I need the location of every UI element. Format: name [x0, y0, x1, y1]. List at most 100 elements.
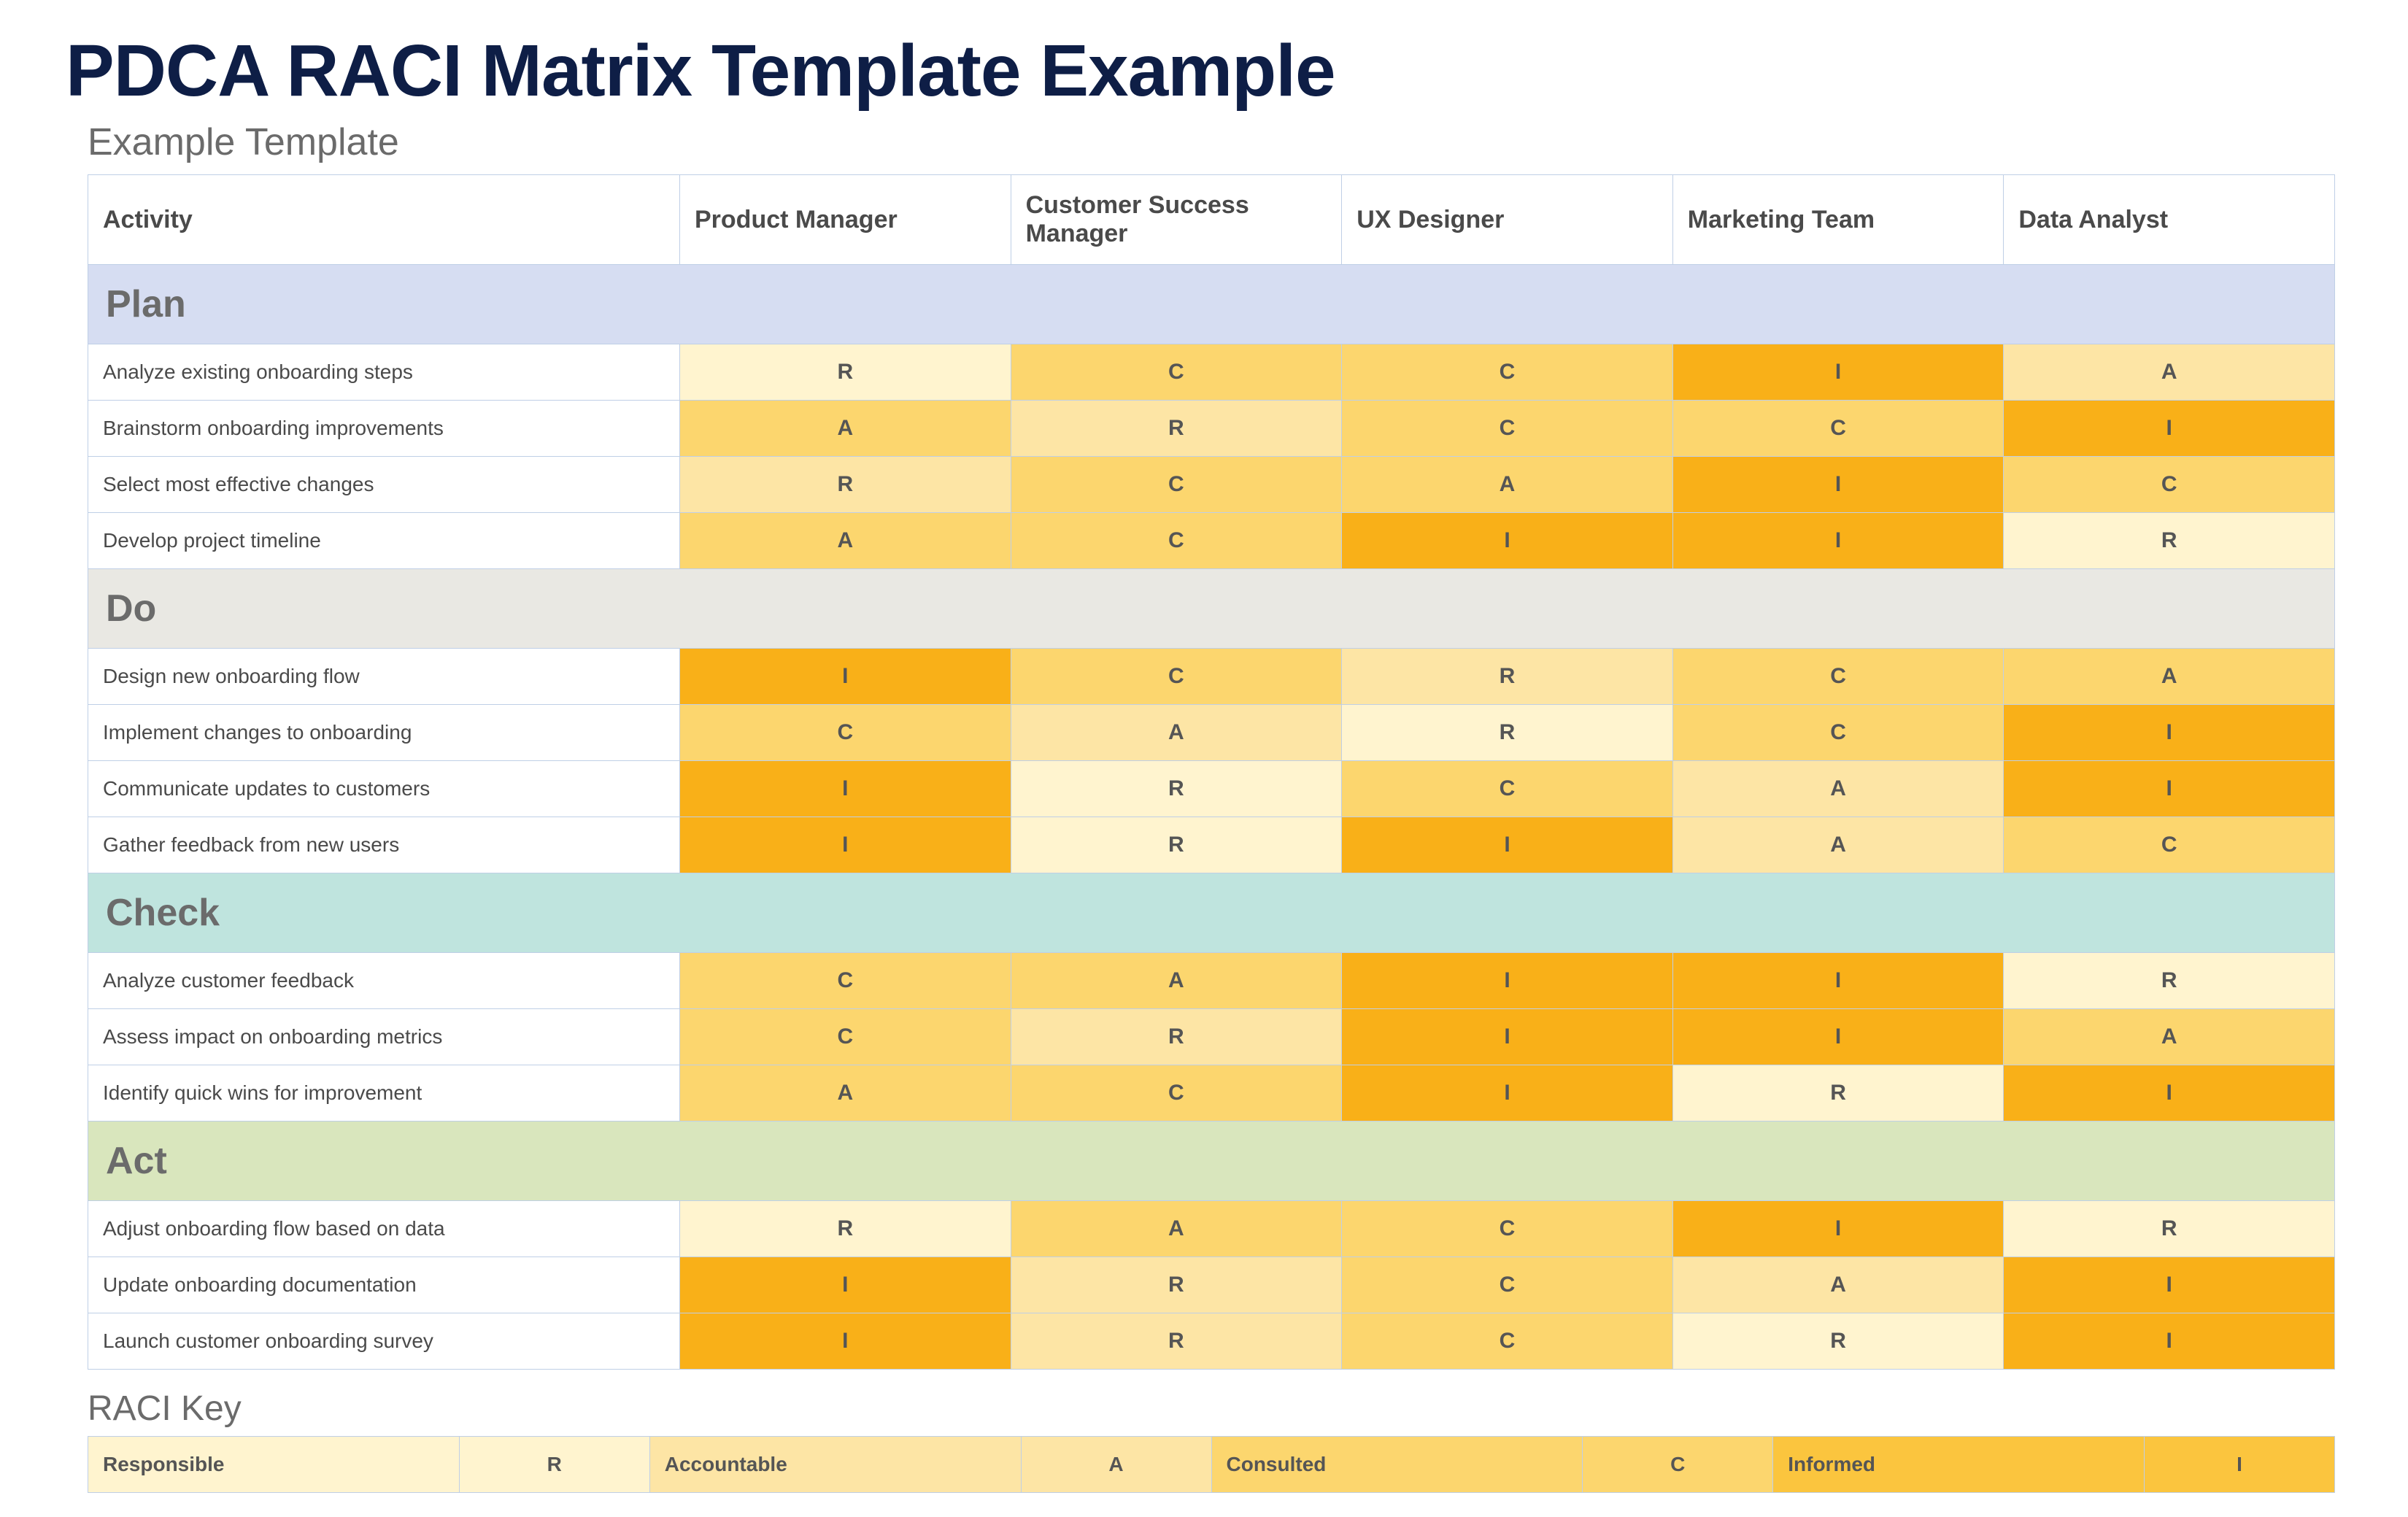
- col-header-mkt: Marketing Team: [1672, 175, 2004, 265]
- raci-cell: R: [1011, 401, 1342, 457]
- raci-cell: C: [1011, 513, 1342, 569]
- activity-cell: Adjust onboarding flow based on data: [88, 1201, 680, 1257]
- raci-cell: R: [680, 457, 1011, 513]
- raci-cell: R: [1011, 817, 1342, 873]
- raci-cell: I: [2004, 761, 2335, 817]
- raci-cell: I: [1342, 1065, 1673, 1122]
- table-row: Select most effective changesRCAIC: [88, 457, 2335, 513]
- raci-cell: R: [1011, 1009, 1342, 1065]
- raci-cell: A: [1342, 457, 1673, 513]
- raci-cell: C: [680, 1009, 1011, 1065]
- raci-cell: A: [1672, 817, 2004, 873]
- table-row: Communicate updates to customersIRCAI: [88, 761, 2335, 817]
- raci-cell: C: [1342, 344, 1673, 401]
- raci-cell: C: [1342, 1313, 1673, 1370]
- raci-cell: I: [680, 817, 1011, 873]
- table-row: Identify quick wins for improvementACIRI: [88, 1065, 2335, 1122]
- raci-cell: C: [1011, 344, 1342, 401]
- raci-cell: A: [1011, 1201, 1342, 1257]
- page-title: PDCA RACI Matrix Template Example: [66, 29, 2335, 113]
- raci-cell: I: [1342, 513, 1673, 569]
- raci-cell: C: [1342, 1201, 1673, 1257]
- raci-cell: A: [1672, 1257, 2004, 1313]
- raci-cell: C: [1672, 649, 2004, 705]
- table-row: Assess impact on onboarding metricsCRIIA: [88, 1009, 2335, 1065]
- header-row: Activity Product Manager Customer Succes…: [88, 175, 2335, 265]
- raci-cell: I: [1672, 1201, 2004, 1257]
- page: PDCA RACI Matrix Template Example Exampl…: [0, 0, 2408, 1517]
- raci-key-title: RACI Key: [88, 1389, 2335, 1429]
- raci-cell: A: [1672, 761, 2004, 817]
- raci-cell: R: [680, 1201, 1011, 1257]
- raci-cell: I: [680, 649, 1011, 705]
- raci-cell: I: [1672, 953, 2004, 1009]
- raci-cell: I: [2004, 1065, 2335, 1122]
- raci-cell: A: [680, 513, 1011, 569]
- col-header-da: Data Analyst: [2004, 175, 2335, 265]
- raci-cell: A: [2004, 649, 2335, 705]
- raci-matrix-table: Activity Product Manager Customer Succes…: [88, 174, 2335, 1370]
- activity-cell: Implement changes to onboarding: [88, 705, 680, 761]
- activity-cell: Analyze customer feedback: [88, 953, 680, 1009]
- key-letter: C: [1583, 1437, 1773, 1493]
- raci-cell: R: [1011, 1257, 1342, 1313]
- table-row: Update onboarding documentationIRCAI: [88, 1257, 2335, 1313]
- raci-cell: C: [1342, 1257, 1673, 1313]
- raci-cell: I: [2004, 1257, 2335, 1313]
- activity-cell: Launch customer onboarding survey: [88, 1313, 680, 1370]
- raci-cell: A: [1011, 953, 1342, 1009]
- raci-cell: C: [1011, 1065, 1342, 1122]
- activity-cell: Analyze existing onboarding steps: [88, 344, 680, 401]
- raci-cell: R: [1342, 649, 1673, 705]
- raci-cell: R: [1011, 761, 1342, 817]
- section-plan: Plan: [88, 265, 2335, 344]
- raci-cell: R: [2004, 953, 2335, 1009]
- activity-cell: Brainstorm onboarding improvements: [88, 401, 680, 457]
- activity-cell: Communicate updates to customers: [88, 761, 680, 817]
- activity-cell: Gather feedback from new users: [88, 817, 680, 873]
- raci-cell: I: [680, 761, 1011, 817]
- key-letter: A: [1021, 1437, 1211, 1493]
- raci-cell: I: [1672, 513, 2004, 569]
- raci-cell: C: [1672, 705, 2004, 761]
- key-label: Responsible: [88, 1437, 460, 1493]
- raci-cell: I: [1672, 344, 2004, 401]
- raci-cell: I: [1672, 1009, 2004, 1065]
- raci-cell: R: [2004, 513, 2335, 569]
- raci-cell: R: [1342, 705, 1673, 761]
- raci-cell: C: [680, 705, 1011, 761]
- raci-cell: I: [1342, 817, 1673, 873]
- table-row: Design new onboarding flowICRCA: [88, 649, 2335, 705]
- section-do: Do: [88, 569, 2335, 649]
- activity-cell: Assess impact on onboarding metrics: [88, 1009, 680, 1065]
- raci-cell: R: [680, 344, 1011, 401]
- activity-cell: Identify quick wins for improvement: [88, 1065, 680, 1122]
- raci-cell: C: [680, 953, 1011, 1009]
- raci-cell: I: [2004, 1313, 2335, 1370]
- table-row: Develop project timelineACIIR: [88, 513, 2335, 569]
- raci-cell: I: [680, 1257, 1011, 1313]
- raci-cell: I: [1672, 457, 2004, 513]
- raci-cell: I: [2004, 401, 2335, 457]
- raci-cell: A: [2004, 1009, 2335, 1065]
- raci-key-table: ResponsibleRAccountableAConsultedCInform…: [88, 1436, 2335, 1493]
- col-header-ux: UX Designer: [1342, 175, 1673, 265]
- raci-cell: C: [1342, 401, 1673, 457]
- raci-cell: I: [680, 1313, 1011, 1370]
- raci-cell: I: [1342, 1009, 1673, 1065]
- section-check: Check: [88, 873, 2335, 953]
- table-row: Launch customer onboarding surveyIRCRI: [88, 1313, 2335, 1370]
- raci-cell: C: [2004, 457, 2335, 513]
- key-label: Accountable: [649, 1437, 1021, 1493]
- table-row: Adjust onboarding flow based on dataRACI…: [88, 1201, 2335, 1257]
- activity-cell: Develop project timeline: [88, 513, 680, 569]
- raci-cell: R: [2004, 1201, 2335, 1257]
- raci-cell: A: [680, 1065, 1011, 1122]
- page-subtitle: Example Template: [88, 120, 2335, 164]
- table-row: Analyze customer feedbackCAIIR: [88, 953, 2335, 1009]
- key-letter: R: [459, 1437, 649, 1493]
- raci-key-row: ResponsibleRAccountableAConsultedCInform…: [88, 1437, 2335, 1493]
- table-row: Brainstorm onboarding improvementsARCCI: [88, 401, 2335, 457]
- col-header-csm: Customer Success Manager: [1011, 175, 1342, 265]
- section-act: Act: [88, 1122, 2335, 1201]
